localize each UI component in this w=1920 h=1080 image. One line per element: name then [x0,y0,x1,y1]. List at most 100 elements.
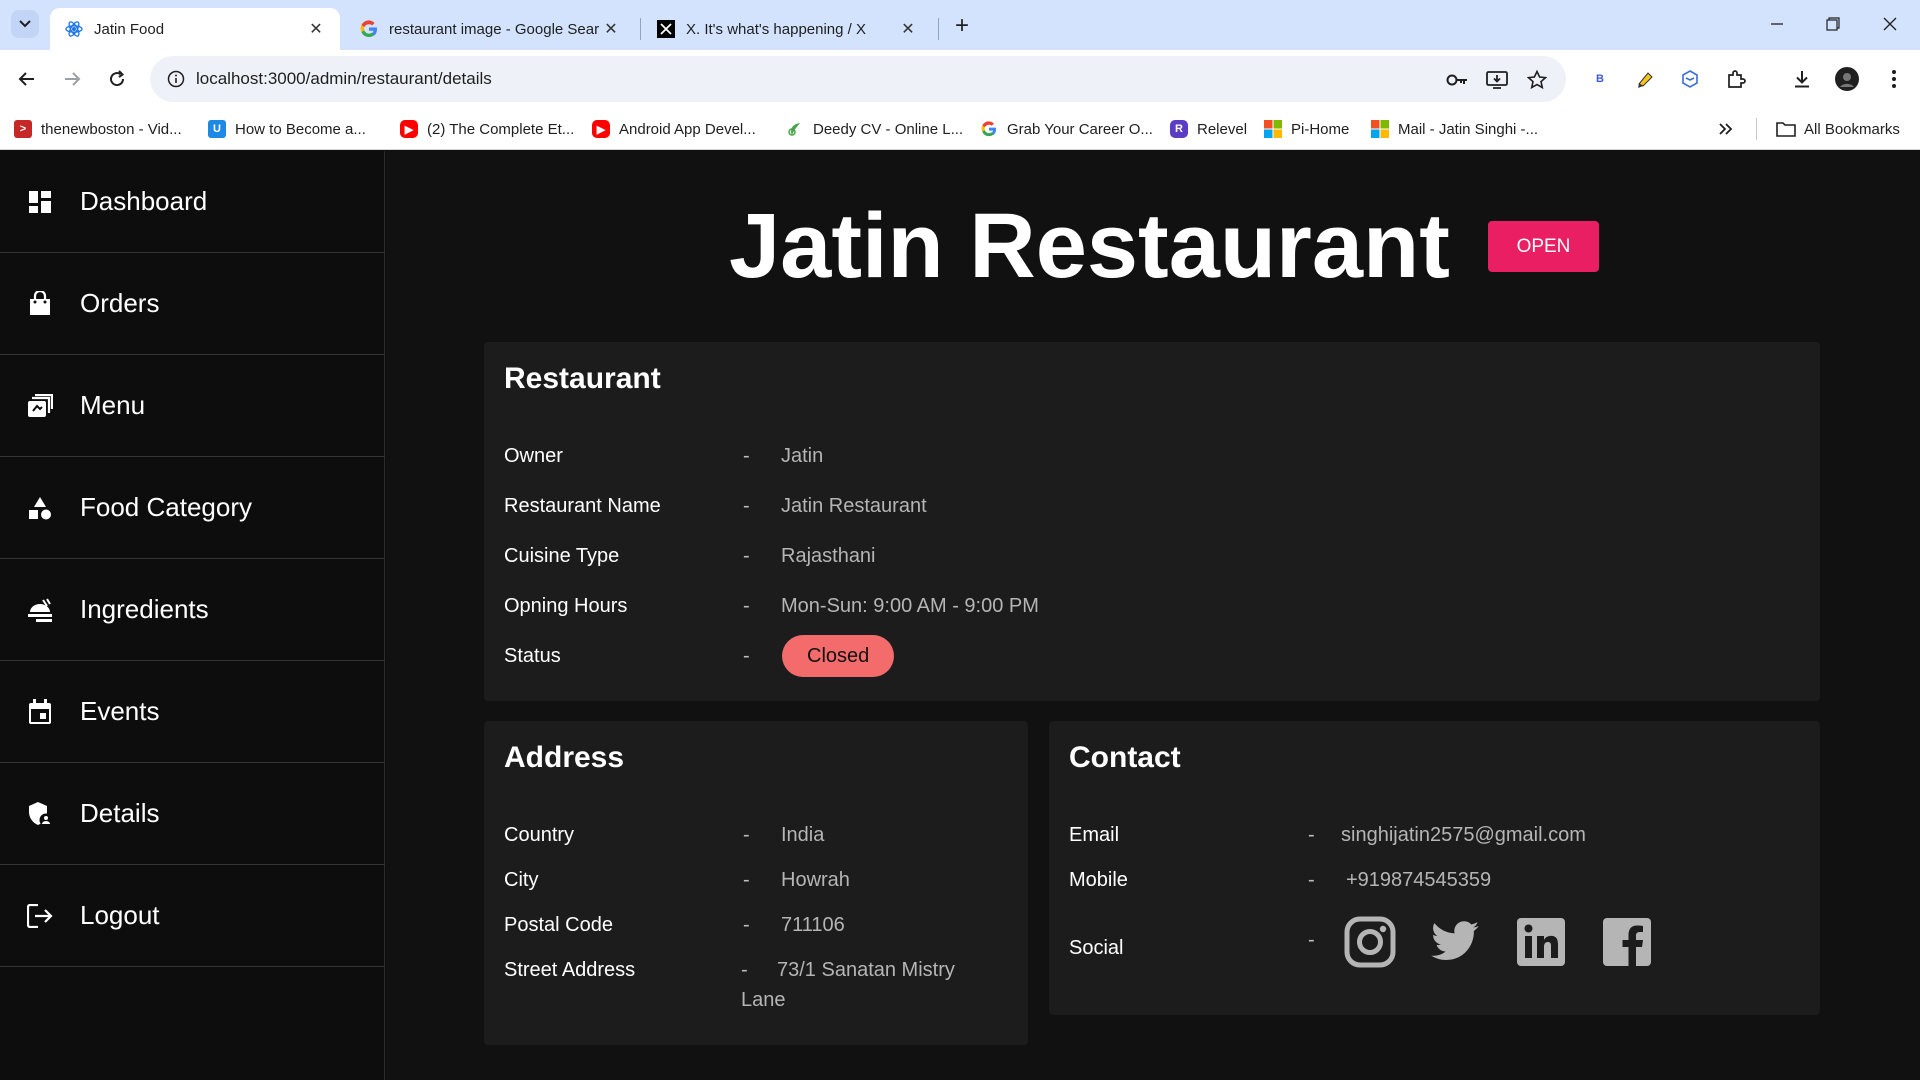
minimize-button[interactable] [1752,6,1802,42]
country-label: Country [504,824,575,846]
email-value[interactable]: singhijatin2575@gmail.com [1341,824,1586,847]
tab-google-search[interactable]: restaurant image - Google Sear ✕ [345,8,635,50]
close-icon[interactable]: ✕ [898,19,918,39]
separator-dash: - [743,545,750,567]
sidebar-item-events[interactable]: Events [0,661,385,763]
microsoft-icon [1371,120,1389,138]
tab-jatin-food[interactable]: Jatin Food ✕ [50,8,340,50]
all-bookmarks-button[interactable]: All Bookmarks [1776,118,1900,140]
all-bookmarks-label: All Bookmarks [1804,120,1900,138]
tab-x[interactable]: X. It's what's happening / X ✕ [642,8,932,50]
more-menu-icon[interactable] [1880,65,1908,93]
country-value: India [781,824,825,846]
microsoft-icon [1264,120,1282,138]
download-icon[interactable] [1788,65,1816,93]
status-label: Status [504,645,561,667]
reload-button[interactable] [100,62,134,96]
folder-icon [1776,122,1796,137]
city-value: Howrah [781,869,850,891]
mobile-value[interactable]: +919874545359 [1346,869,1491,892]
close-icon[interactable]: ✕ [306,19,326,39]
bookmark-pi-home[interactable]: Pi-Home [1264,118,1349,140]
street-address-label: Street Address [504,959,636,981]
card-title: Restaurant [504,362,661,395]
sidebar-item-orders[interactable]: Orders [0,253,385,355]
open-button[interactable]: OPEN [1488,221,1599,272]
bookmarks-separator [1756,118,1757,140]
tab-search-button[interactable] [11,10,39,38]
back-button[interactable] [10,62,44,96]
instagram-icon[interactable] [1344,916,1396,968]
bookmark-how-to-become[interactable]: U How to Become a... [208,118,366,140]
bookmark-android-app[interactable]: ▶ Android App Devel... [592,118,756,140]
url-text[interactable]: localhost:3000/admin/restaurant/details [196,69,492,89]
restaurant-name-value: Jatin Restaurant [781,495,927,517]
restore-button[interactable] [1808,6,1858,42]
bookmark-grab-career[interactable]: Grab Your Career O... [980,118,1153,140]
profile-avatar[interactable] [1833,65,1861,93]
twitter-icon[interactable] [1429,916,1481,968]
tab-title: Jatin Food [94,20,165,38]
address-card: Address Country - India City - Howrah Po… [484,721,1028,1045]
opening-hours-value: Mon-Sun: 9:00 AM - 9:00 PM [781,595,1039,617]
tab-title: X. It's what's happening / X [686,20,866,38]
window-close-button[interactable] [1865,6,1915,42]
linkedin-icon[interactable] [1515,916,1567,968]
bookmark-label: Relevel [1197,120,1248,138]
sidebar-item-details[interactable]: Details [0,763,385,865]
forward-button[interactable] [55,62,89,96]
separator-dash: - [1308,824,1315,846]
react-icon [64,19,84,39]
sidebar-item-logout[interactable]: Logout [0,865,385,967]
bookmarks-bar: > thenewboston - Vid... U How to Become … [0,108,1920,150]
bitwarden-extension-icon[interactable]: B [1586,65,1614,93]
password-key-icon[interactable] [1444,67,1470,93]
address-bar[interactable]: localhost:3000/admin/restaurant/details [150,56,1566,102]
email-label: Email [1069,824,1120,846]
sidebar-item-ingredients[interactable]: Ingredients [0,559,385,661]
street-address-text: 73/1 Sanatan Mistry Lane [741,959,955,1011]
bookmark-relevel[interactable]: R Relevel [1170,118,1247,140]
card-title: Contact [1069,741,1181,774]
install-app-icon[interactable] [1484,67,1510,93]
sidebar-item-dashboard[interactable]: Dashboard [0,151,385,253]
bookmark-label: Android App Devel... [619,120,756,138]
opening-hours-label: Opning Hours [504,595,628,617]
sidebar-item-food-category[interactable]: Food Category [0,457,385,559]
separator-dash: - [743,869,750,891]
sidebar-item-label: Details [80,798,160,828]
new-tab-button[interactable]: + [948,12,976,40]
separator-dash: - [743,914,750,936]
sidebar-item-menu[interactable]: Menu [0,355,385,457]
bookmark-star-icon[interactable] [1524,67,1550,93]
extensions-puzzle-icon[interactable] [1722,65,1750,93]
close-icon[interactable]: ✕ [601,19,621,39]
youtube-icon: ▶ [400,120,418,138]
calendar-icon [26,698,54,726]
logout-icon [26,902,54,930]
mobile-label: Mobile [1069,869,1128,891]
social-label: Social [1069,937,1124,959]
bookmark-complete-et[interactable]: ▶ (2) The Complete Et... [400,118,574,140]
bookmark-mail[interactable]: Mail - Jatin Singhi -... [1371,118,1538,140]
card-title: Address [504,741,625,774]
sidebar-item-label: Ingredients [80,594,209,624]
owner-value: Jatin [781,445,824,467]
separator-dash: - [743,445,750,467]
bookmark-deedy-cv[interactable]: Deedy CV - Online L... [786,118,963,140]
tab-separator [640,18,641,40]
minimize-icon [1771,23,1783,25]
shield-extension-icon[interactable] [1676,65,1704,93]
bookmark-thenewboston[interactable]: > thenewboston - Vid... [14,118,182,140]
restaurant-name-label: Restaurant Name [504,495,661,517]
owner-label: Owner [504,445,563,467]
contact-card: Contact Email - singhijatin2575@gmail.co… [1049,721,1820,1015]
sidebar-item-label: Logout [80,900,160,930]
facebook-icon[interactable] [1601,916,1653,968]
more-bookmarks-button[interactable] [1718,118,1734,140]
highlighter-extension-icon[interactable] [1632,65,1660,93]
double-chevron-right-icon [1719,123,1733,135]
close-icon [1883,17,1897,31]
site-info-icon[interactable] [164,67,188,91]
sidebar-item-label: Orders [80,288,160,318]
